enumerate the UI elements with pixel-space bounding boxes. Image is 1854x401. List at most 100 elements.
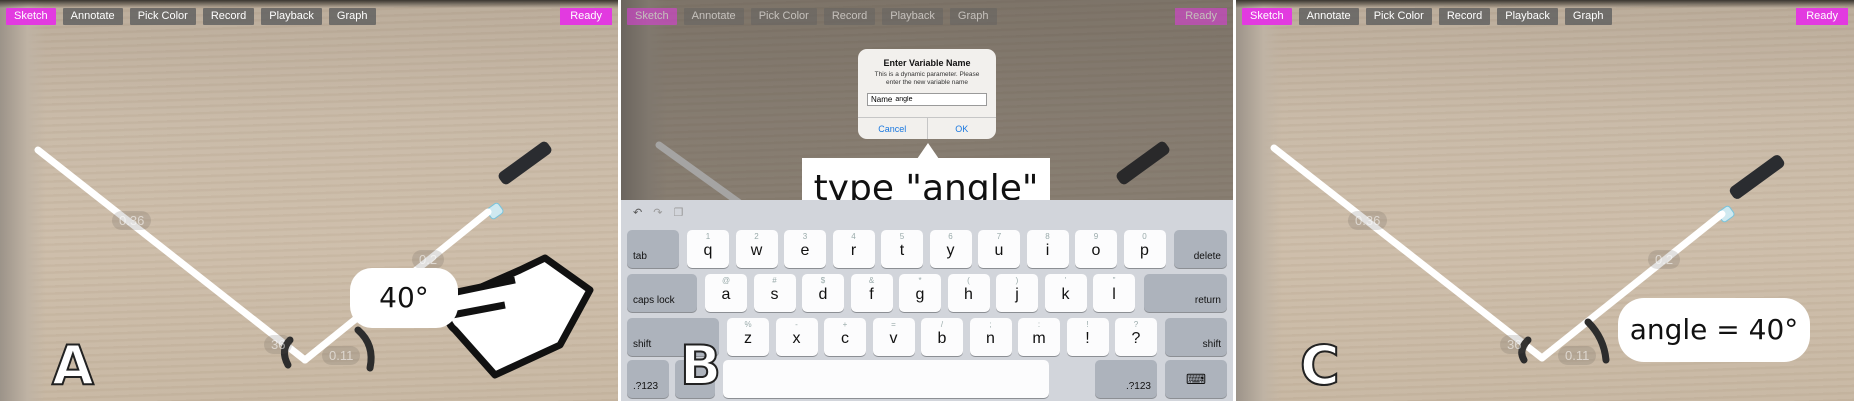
key-g-label: g xyxy=(915,286,925,303)
hide-keyboard-icon[interactable]: ⌨ xyxy=(1165,360,1227,398)
key-n-label: n xyxy=(986,330,995,347)
key-t[interactable]: 5t xyxy=(881,230,923,268)
key-question[interactable]: ?? xyxy=(1115,318,1157,356)
record-button[interactable]: Record xyxy=(202,8,255,25)
panel-letter-a: A xyxy=(51,333,95,398)
key-p-hint: 0 xyxy=(1142,232,1147,241)
key-v-hint: = xyxy=(891,320,896,329)
tab-key[interactable]: tab xyxy=(627,230,679,268)
key-u-label: u xyxy=(994,242,1004,259)
graph-button[interactable]: Graph xyxy=(328,8,376,25)
panel-c: 0.36 0.2 36 0.11 angle = 40° Sketch Anno… xyxy=(1236,0,1854,401)
key-y[interactable]: 6y xyxy=(929,230,972,268)
sketch-button[interactable]: Sketch xyxy=(627,8,677,25)
key-g[interactable]: * g xyxy=(899,274,941,312)
key-h[interactable]: (h xyxy=(947,274,990,312)
key-q[interactable]: 1q xyxy=(687,230,729,268)
key-y-label: y xyxy=(946,242,955,259)
redo-icon[interactable]: ↷ xyxy=(653,206,662,219)
pen-object xyxy=(498,141,552,185)
key-a[interactable]: @ a xyxy=(705,274,747,312)
key-i[interactable]: 8i xyxy=(1026,230,1069,268)
ready-status: Ready xyxy=(1796,8,1848,25)
key-k[interactable]: ' k xyxy=(1044,274,1087,312)
sketch-button[interactable]: Sketch xyxy=(1242,8,1292,25)
name-field: Name xyxy=(867,93,987,106)
key-e[interactable]: 3e xyxy=(784,230,826,268)
shift-key-right[interactable]: shift xyxy=(1165,318,1227,356)
caps-lock-key[interactable]: caps lock xyxy=(627,274,697,312)
key-o[interactable]: 9o xyxy=(1075,230,1117,268)
cancel-button[interactable]: Cancel xyxy=(858,118,928,139)
pick-color-button[interactable]: Pick Color xyxy=(750,8,817,25)
annotate-button[interactable]: Annotate xyxy=(62,8,123,25)
return-key[interactable]: return xyxy=(1144,274,1227,312)
key-m-label: m xyxy=(1032,330,1046,347)
pointing-hand-icon xyxy=(432,254,594,379)
dialog-buttons: Cancel OK xyxy=(858,117,996,139)
key-n[interactable]: ; n xyxy=(969,318,1012,356)
ready-status: Ready xyxy=(1175,8,1227,25)
key-y-hint: 6 xyxy=(948,232,953,241)
key-z[interactable]: % z xyxy=(727,318,769,356)
key-i-label: i xyxy=(1045,242,1050,259)
key-exclaim[interactable]: !! xyxy=(1066,318,1109,356)
left-arm-line[interactable] xyxy=(1270,144,1546,362)
variable-name-input[interactable] xyxy=(895,96,976,103)
paste-icon[interactable]: ❐ xyxy=(673,206,683,219)
numbers-key-right[interactable]: .?123 xyxy=(1095,360,1157,398)
numbers-key-left[interactable]: .?123 xyxy=(627,360,669,398)
delete-key-label: delete xyxy=(1193,251,1221,262)
key-s-hint: # xyxy=(772,276,777,285)
key-u[interactable]: 7u xyxy=(978,230,1020,268)
key-x[interactable]: -x xyxy=(775,318,818,356)
key-f[interactable]: & f xyxy=(850,274,893,312)
measure-right: 0.2 xyxy=(412,250,445,269)
key-d[interactable]: $ d xyxy=(802,274,844,312)
key-s[interactable]: # s xyxy=(753,274,796,312)
enter-variable-dialog: Enter Variable Name This is a dynamic pa… xyxy=(858,49,996,139)
key-l[interactable]: " l xyxy=(1093,274,1135,312)
angle-arc-right xyxy=(354,326,375,372)
key-z-hint: % xyxy=(744,320,752,329)
key-c[interactable]: + c xyxy=(824,318,866,356)
playback-button[interactable]: Playback xyxy=(882,8,943,25)
annotate-button[interactable]: Annotate xyxy=(683,8,744,25)
key-p[interactable]: 0p xyxy=(1123,230,1166,268)
key-v[interactable]: = v xyxy=(872,318,915,356)
key-m[interactable]: :m xyxy=(1018,318,1060,356)
measure-left: 0.36 xyxy=(112,211,152,230)
record-button[interactable]: Record xyxy=(823,8,876,25)
delete-key[interactable]: delete xyxy=(1174,230,1227,268)
key-d-hint: $ xyxy=(820,276,826,285)
playback-button[interactable]: Playback xyxy=(261,8,322,25)
key-j[interactable]: ) j xyxy=(996,274,1038,312)
key-a-hint: @ xyxy=(721,276,731,285)
shift-key-left-label: shift xyxy=(633,339,652,350)
ok-button[interactable]: OK xyxy=(928,118,997,139)
space-key[interactable] xyxy=(723,360,1049,398)
left-arm-line[interactable] xyxy=(34,146,309,364)
annotate-button[interactable]: Annotate xyxy=(1298,8,1359,25)
pick-color-button[interactable]: Pick Color xyxy=(1365,8,1432,25)
undo-icon[interactable]: ↶ xyxy=(633,206,642,219)
pick-color-button[interactable]: Pick Color xyxy=(129,8,196,25)
record-button[interactable]: Record xyxy=(1438,8,1491,25)
key-r[interactable]: 4r xyxy=(832,230,875,268)
key-o-hint: 9 xyxy=(1093,232,1099,241)
key-q-hint: 1 xyxy=(705,232,711,241)
graph-button[interactable]: Graph xyxy=(1564,8,1612,25)
caps-lock-key-label: caps lock xyxy=(633,295,675,306)
key-j-hint: ) xyxy=(1015,276,1019,285)
graph-button[interactable]: Graph xyxy=(949,8,997,25)
key-exclaim-hint: ! xyxy=(1086,320,1089,329)
key-g-hint: * xyxy=(918,276,922,285)
key-x-hint: - xyxy=(795,320,798,329)
key-w[interactable]: 2w xyxy=(735,230,778,268)
key-j-label: j xyxy=(1015,286,1019,303)
key-f-hint: & xyxy=(868,276,875,285)
sketch-button[interactable]: Sketch xyxy=(6,8,56,25)
playback-button[interactable]: Playback xyxy=(1497,8,1558,25)
key-b[interactable]: / b xyxy=(921,318,963,356)
shift-key-right-label: shift xyxy=(1202,339,1221,350)
